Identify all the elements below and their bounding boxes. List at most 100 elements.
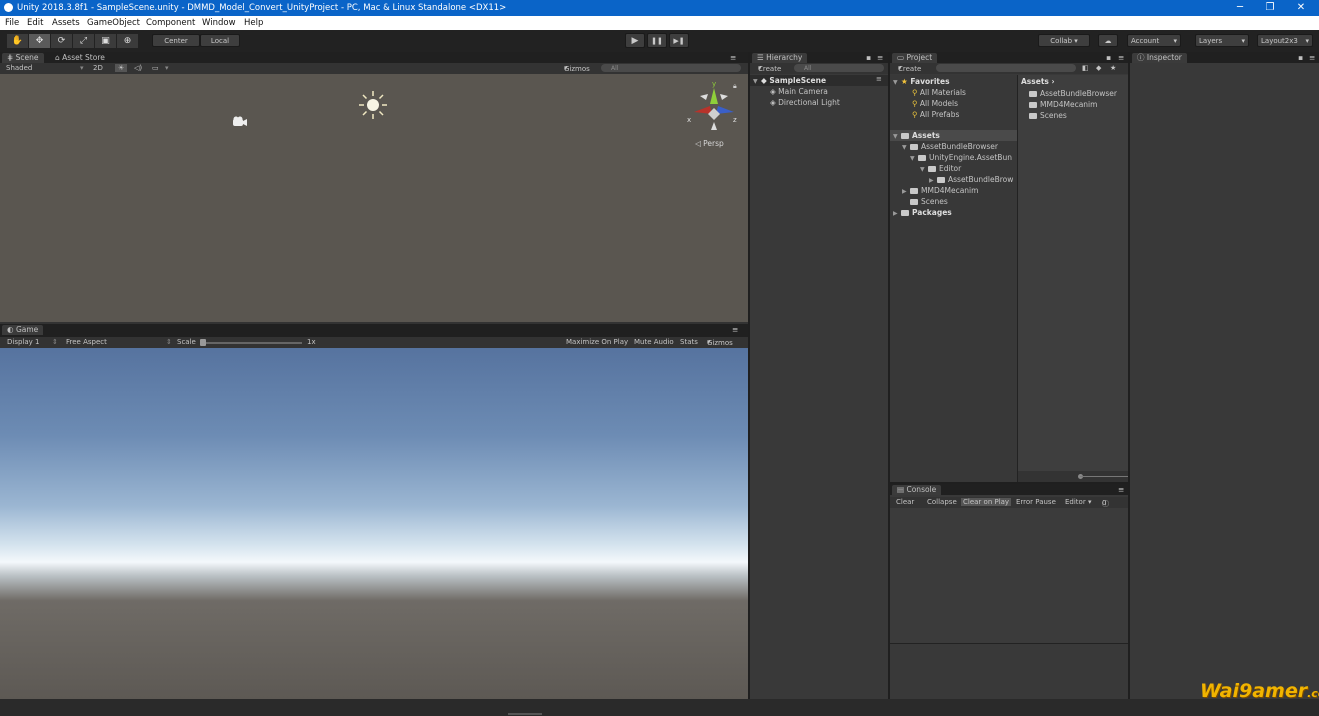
favorites-header[interactable]: ▼ ★ Favorites bbox=[893, 77, 950, 86]
folder-icon bbox=[910, 199, 918, 205]
favorite-star-icon[interactable]: ★ bbox=[1110, 64, 1116, 72]
display-dropdown[interactable]: Display 1 bbox=[7, 338, 39, 346]
tab-console[interactable]: ▤ Console bbox=[892, 485, 942, 495]
stats-toggle[interactable]: Stats bbox=[680, 338, 698, 346]
audio-toggle-icon[interactable]: ◁) bbox=[134, 64, 142, 72]
console-clear-button[interactable]: Clear bbox=[896, 498, 914, 506]
hierarchy-item-main-camera[interactable]: ◈ Main Camera bbox=[770, 87, 828, 96]
close-icon[interactable]: ✕ bbox=[1286, 0, 1316, 16]
hierarchy-item-directional-light[interactable]: ◈ Directional Light bbox=[770, 98, 840, 107]
filter-label-icon[interactable]: ◆ bbox=[1096, 64, 1101, 72]
project-search-input[interactable] bbox=[936, 64, 1076, 72]
tree-mmd4mecanim[interactable]: ▶ MMD4Mecanim bbox=[902, 186, 978, 195]
console-clear-on-play-toggle[interactable]: Clear on Play bbox=[961, 498, 1012, 506]
menu-component[interactable]: Component bbox=[146, 18, 195, 28]
2d-toggle-button[interactable]: 2D bbox=[93, 64, 103, 72]
watermark-brand: Wai9amer bbox=[1200, 680, 1308, 702]
menu-gameobject[interactable]: GameObject bbox=[87, 18, 140, 28]
rotate-tool-icon[interactable]: ⟳ bbox=[51, 34, 73, 48]
maximize-icon[interactable]: ❐ bbox=[1255, 0, 1285, 16]
pause-button[interactable]: ❚❚ bbox=[647, 33, 667, 48]
hierarchy-tab-strip: ☰ Hierarchy ▪ ≡ bbox=[750, 52, 888, 63]
game-gizmos-dropdown[interactable]: Gizmos ▾ bbox=[707, 338, 733, 347]
mute-audio-toggle[interactable]: Mute Audio bbox=[634, 338, 674, 346]
effects-toggle-icon[interactable]: ▭ bbox=[152, 64, 159, 72]
lock-icon[interactable]: ▪ bbox=[866, 53, 871, 63]
asset-item-mmd4mecanim[interactable]: MMD4Mecanim bbox=[1029, 100, 1097, 109]
game-view-viewport[interactable] bbox=[0, 348, 748, 699]
favorite-all-prefabs[interactable]: ⚲ All Prefabs bbox=[912, 110, 959, 119]
scene-row[interactable]: ▼ ◆ SampleScene ≡ bbox=[750, 75, 888, 86]
panel-menu-icon[interactable]: ≡ bbox=[732, 325, 738, 335]
lock-icon[interactable]: 🔒︎ bbox=[733, 82, 737, 91]
lock-icon[interactable]: ▪ bbox=[1106, 53, 1111, 63]
tree-editor[interactable]: ▼ Editor bbox=[920, 164, 961, 173]
scene-search-input[interactable]: All bbox=[601, 64, 741, 72]
tab-scene[interactable]: ⋕ Scene bbox=[2, 53, 44, 63]
favorite-all-models[interactable]: ⚲ All Models bbox=[912, 99, 958, 108]
favorite-all-materials[interactable]: ⚲ All Materials bbox=[912, 88, 966, 97]
menu-help[interactable]: Help bbox=[244, 18, 263, 28]
shading-mode-dropdown[interactable]: Shaded bbox=[6, 64, 32, 72]
scene-gizmos-dropdown[interactable]: Gizmos ▾ bbox=[564, 64, 590, 73]
panel-menu-icon[interactable]: ≡ bbox=[1118, 485, 1124, 495]
tab-asset-store[interactable]: ⌂ Asset Store bbox=[50, 53, 110, 63]
move-tool-icon[interactable]: ✥ bbox=[29, 34, 51, 48]
lock-icon[interactable]: ▪ bbox=[1298, 53, 1303, 63]
aspect-dropdown[interactable]: Free Aspect bbox=[66, 338, 107, 346]
minimize-icon[interactable]: ─ bbox=[1225, 0, 1255, 16]
console-error-pause-toggle[interactable]: Error Pause bbox=[1016, 498, 1056, 506]
tree-unityengine-assetbun[interactable]: ▼ UnityEngine.AssetBun bbox=[910, 153, 1017, 162]
panel-menu-icon[interactable]: ≡ bbox=[877, 53, 883, 63]
persp-toggle[interactable]: ◁ Persp bbox=[695, 139, 724, 148]
directional-light-icon[interactable] bbox=[357, 89, 389, 121]
menu-edit[interactable]: Edit bbox=[27, 18, 43, 28]
tree-scenes[interactable]: Scenes bbox=[910, 197, 948, 206]
pivot-local-button[interactable]: Local bbox=[200, 34, 240, 47]
asset-item-scenes[interactable]: Scenes bbox=[1029, 111, 1067, 120]
hierarchy-search-input[interactable]: All bbox=[794, 64, 884, 72]
console-log-list[interactable] bbox=[890, 508, 1128, 643]
project-breadcrumb[interactable]: Assets › bbox=[1021, 77, 1055, 86]
resize-handle[interactable] bbox=[508, 713, 542, 715]
assets-row[interactable]: ▼ Assets bbox=[890, 130, 1017, 141]
panel-menu-icon[interactable]: ≡ bbox=[1309, 53, 1315, 63]
scale-slider-handle[interactable] bbox=[200, 339, 206, 346]
lighting-toggle-icon[interactable]: ☀ bbox=[115, 64, 128, 72]
tab-inspector[interactable]: ⓘ Inspector bbox=[1132, 53, 1187, 63]
pivot-center-button[interactable]: Center bbox=[152, 34, 200, 47]
console-collapse-button[interactable]: Collapse bbox=[927, 498, 957, 506]
filter-type-icon[interactable]: ◧ bbox=[1082, 64, 1089, 72]
tab-game[interactable]: ◐ Game bbox=[2, 325, 44, 335]
maximize-on-play-toggle[interactable]: Maximize On Play bbox=[566, 338, 628, 346]
panel-menu-icon[interactable]: ≡ bbox=[1118, 53, 1124, 63]
tab-hierarchy[interactable]: ☰ Hierarchy bbox=[752, 53, 808, 63]
console-editor-dropdown[interactable]: Editor ▾ bbox=[1065, 498, 1091, 506]
step-button[interactable]: ▶❚ bbox=[669, 33, 689, 48]
tree-assetbundlebrowser[interactable]: ▼ AssetBundleBrowser bbox=[902, 142, 998, 151]
hand-tool-icon[interactable]: ✋ bbox=[7, 34, 29, 48]
tree-assetbundlebrow[interactable]: ▶ AssetBundleBrow bbox=[929, 175, 1017, 184]
scale-tool-icon[interactable]: ⤢ bbox=[73, 34, 95, 48]
panel-menu-icon[interactable]: ≡ bbox=[730, 53, 736, 63]
layout-dropdown[interactable]: Layout2x3 ▾ bbox=[1257, 34, 1313, 47]
tree-packages[interactable]: ▶ Packages bbox=[893, 208, 952, 217]
account-dropdown[interactable]: Account ▾ bbox=[1127, 34, 1181, 47]
tab-project[interactable]: ▭ Project bbox=[892, 53, 938, 63]
project-create-dropdown[interactable]: Create ▾ bbox=[898, 64, 921, 73]
cloud-icon[interactable]: ☁ bbox=[1098, 34, 1118, 47]
transform-tool-icon[interactable]: ⊕ bbox=[117, 34, 139, 48]
scene-menu-icon[interactable]: ≡ bbox=[876, 75, 882, 83]
rect-tool-icon[interactable]: ▣ bbox=[95, 34, 117, 48]
menu-file[interactable]: File bbox=[5, 18, 19, 28]
layers-dropdown[interactable]: Layers ▾ bbox=[1195, 34, 1249, 47]
asset-item-assetbundlebrowser[interactable]: AssetBundleBrowser bbox=[1029, 89, 1117, 98]
menu-window[interactable]: Window bbox=[202, 18, 236, 28]
hierarchy-create-dropdown[interactable]: Create ▾ bbox=[758, 64, 781, 73]
play-button[interactable]: ▶ bbox=[625, 33, 645, 48]
icon-size-slider[interactable] bbox=[1080, 476, 1128, 477]
collab-button[interactable]: Collab ▾ bbox=[1038, 34, 1090, 47]
camera-icon[interactable] bbox=[230, 115, 248, 129]
menu-assets[interactable]: Assets bbox=[52, 18, 80, 28]
scale-slider[interactable] bbox=[200, 342, 302, 344]
